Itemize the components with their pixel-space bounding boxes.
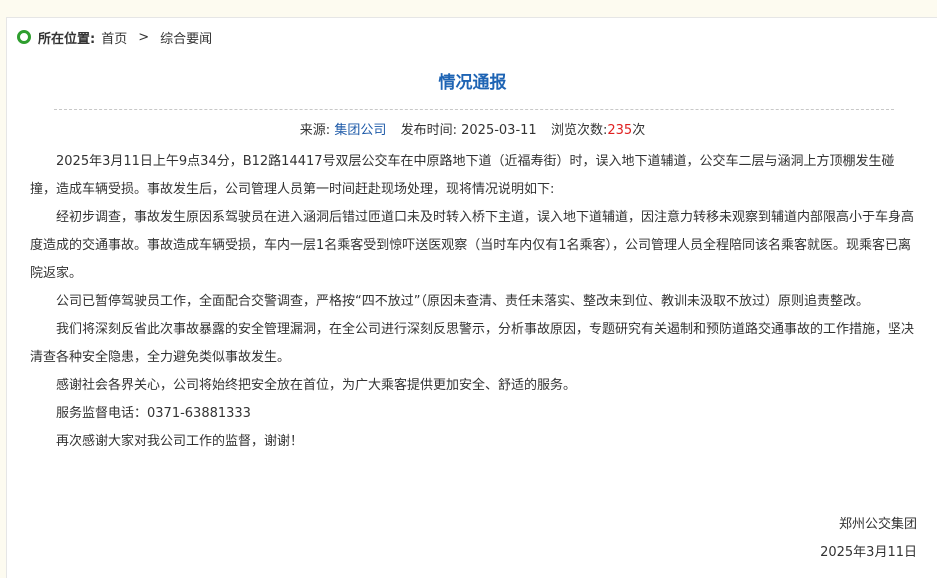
breadcrumb: 所在位置: 首页 > 综合要闻 <box>17 27 212 47</box>
views-label: 浏览次数: <box>550 123 608 138</box>
source-label: 来源: <box>299 123 331 138</box>
article-meta: 来源: 集团公司 发布时间: 2025-03-11 浏览次数:235次 <box>7 119 937 138</box>
signature-date: 2025年3月11日 <box>820 545 917 560</box>
signature-org: 郑州公交集团 <box>838 517 917 532</box>
article-paragraph: 公司已暂停驾驶员工作，全面配合交警调查，严格按“四不放过”（原因未查清、责任未落… <box>56 294 869 309</box>
article-paragraph: 再次感谢大家对我公司工作的监督，谢谢！ <box>56 434 304 449</box>
article-body: 2025年3月11日上午9点34分，B12路14417号双层公交车在中原路地下道… <box>30 148 920 456</box>
breadcrumb-current-link[interactable]: 综合要闻 <box>160 28 212 47</box>
breadcrumb-label: 所在位置: <box>38 31 96 47</box>
article-paragraph: 感谢社会各界关心，公司将始终把安全放在首位，为广大乘客提供更加安全、舒适的服务。 <box>56 378 577 393</box>
article-paragraph: 我们将深刻反省此次事故暴露的安全管理漏洞，在全公司进行深刻反思警示，分析事故原因… <box>30 322 915 365</box>
publish-date: 2025-03-11 <box>461 123 537 138</box>
views-unit: 次 <box>632 123 646 138</box>
content-panel: 所在位置: 首页 > 综合要闻 情况通报 来源: 集团公司 发布时间: 2025… <box>6 17 937 578</box>
location-dot-icon <box>17 30 31 44</box>
article-paragraph: 2025年3月11日上午9点34分，B12路14417号双层公交车在中原路地下道… <box>30 154 895 197</box>
source-link[interactable]: 集团公司 <box>334 123 386 138</box>
views-count: 235 <box>607 123 633 138</box>
article-title: 情况通报 <box>438 73 507 93</box>
article-paragraph: 经初步调查，事故发生原因系驾驶员在进入涵洞后错过匝道口未及时转入桥下主道，误入地… <box>30 210 915 281</box>
publish-date-label: 发布时间: <box>400 123 457 138</box>
service-phone: 服务监督电话：0371-63881333 <box>56 406 251 421</box>
title-divider <box>54 109 894 110</box>
breadcrumb-separator: > <box>138 29 150 45</box>
breadcrumb-home-link[interactable]: 首页 <box>101 28 127 47</box>
